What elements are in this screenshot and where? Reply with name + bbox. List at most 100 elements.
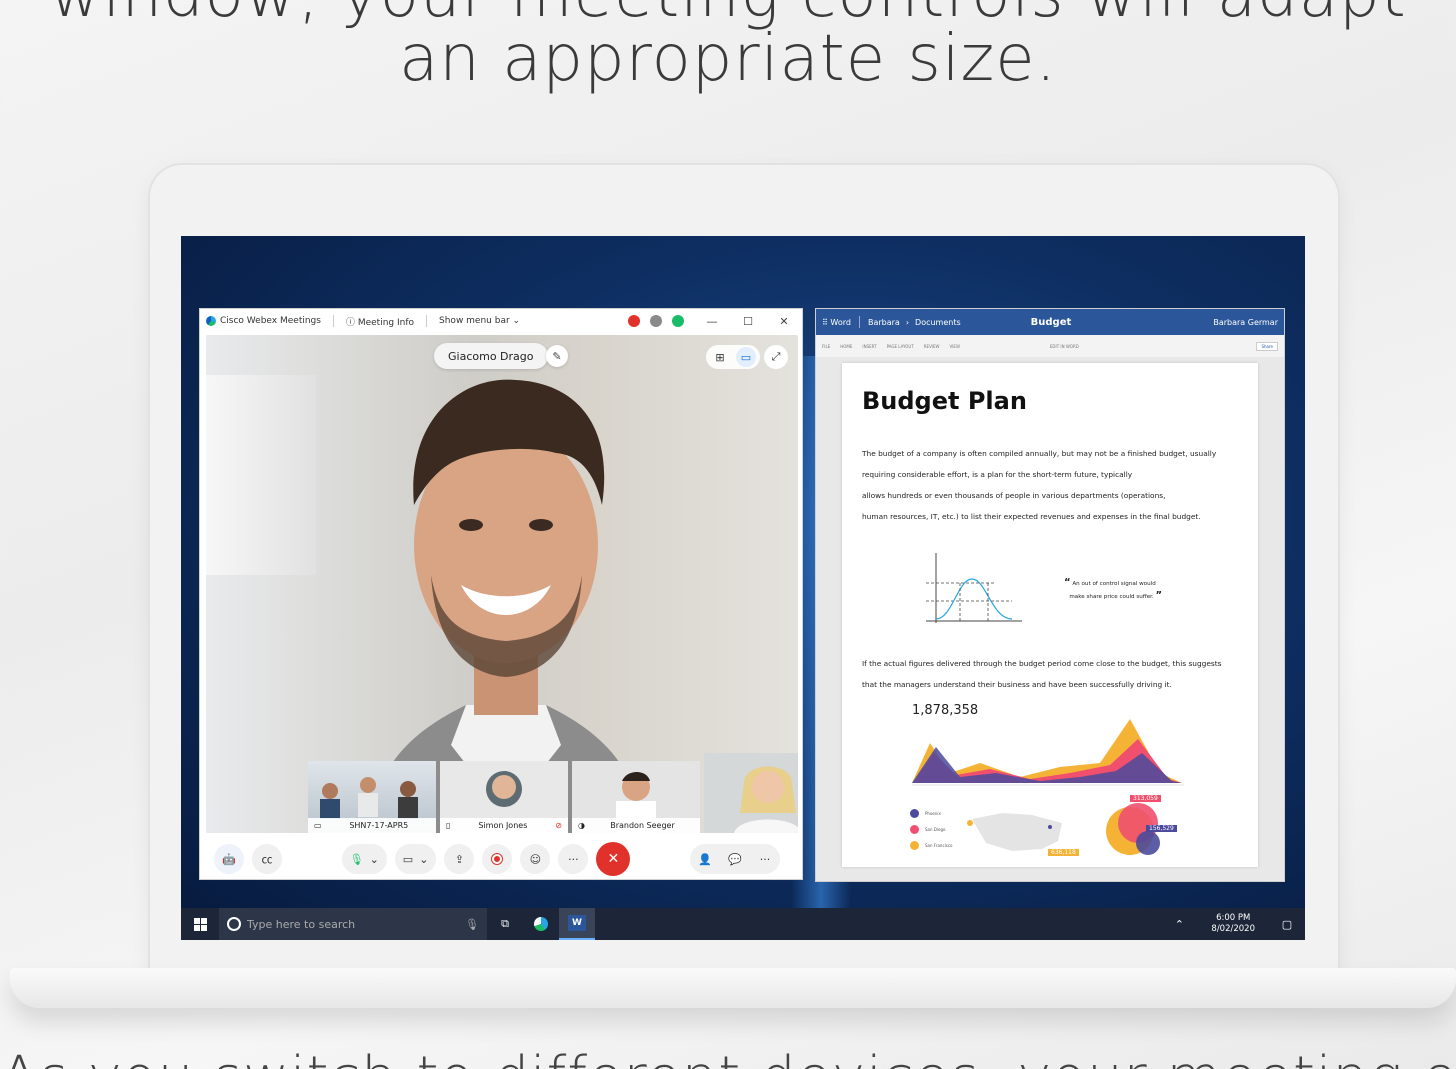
secure-shield-icon[interactable] — [672, 315, 684, 327]
tab-insert[interactable]: INSERT — [862, 344, 876, 349]
value-tag: 313,059 — [1130, 795, 1161, 802]
pin-icon[interactable]: ✎ — [546, 345, 568, 367]
more-options-icon[interactable]: ··· — [558, 844, 589, 874]
smiley-icon[interactable]: ☺ — [520, 844, 551, 874]
grid-layout-icon[interactable]: ⊞ — [710, 347, 730, 367]
area-chart — [912, 719, 1184, 786]
chevron-up-icon[interactable]: ⌃ — [1161, 908, 1197, 940]
participant-filmstrip: ▭ SHN7-17-APR5 ▯ Simon Jones ⊘ ◑ Brandon See… — [308, 753, 798, 833]
paragraph-line: If the actual figures delivered through … — [862, 659, 1222, 668]
tab-page-layout[interactable]: PAGE LAYOUT — [887, 344, 914, 349]
paragraph-line: requiring considerable effort, is a plan… — [862, 470, 1133, 479]
video-button[interactable]: ▭ ⌄ — [394, 844, 437, 874]
title-separator — [332, 315, 334, 327]
task-view-icon[interactable]: ⧉ — [487, 908, 523, 940]
meeting-info-label: Meeting Info — [357, 317, 415, 328]
participant-name: Simon Jones — [478, 821, 528, 830]
document-heading: Budget Plan — [862, 387, 1027, 415]
webex-app-title: Cisco Webex Meetings — [220, 316, 321, 326]
clock-date: 8/02/2020 — [1211, 924, 1255, 934]
webex-logo-icon — [206, 316, 216, 326]
closed-captions-icon[interactable]: ㏄ — [252, 844, 282, 874]
clock-time: 6:00 PM — [1216, 913, 1251, 923]
close-icon[interactable]: ✕ — [766, 315, 802, 328]
participant-tile[interactable]: ▯ Simon Jones ⊘ — [440, 761, 568, 833]
panel-controls: 👤 💬 ··· — [690, 844, 780, 874]
word-titlebar: ⠿ Word Barbara › Documents Budget Barbar… — [816, 309, 1284, 335]
notifications-icon[interactable]: ▢ — [1269, 908, 1305, 940]
recording-status-icon[interactable] — [628, 315, 640, 327]
document-page: Budget Plan The budget of a company is o… — [842, 363, 1258, 867]
link-status-icon[interactable] — [650, 315, 662, 327]
paragraph-line: human resources, IT, etc.) to list their… — [862, 512, 1201, 521]
tab-view[interactable]: VIEW — [950, 344, 960, 349]
bubble-map — [967, 803, 1160, 855]
active-speaker-name: Giacomo Drago — [434, 343, 548, 369]
system-clock[interactable]: 6:00 PM 8/02/2020 — [1211, 913, 1255, 935]
title-separator — [426, 315, 428, 327]
tab-review[interactable]: REVIEW — [924, 344, 940, 349]
edit-in-word-button[interactable]: EDIT IN WORD — [1050, 344, 1079, 349]
microphone-icon: 🎙 — [349, 852, 364, 866]
legend-swatch — [910, 825, 919, 834]
legend-swatch — [910, 841, 919, 850]
mute-button[interactable]: 🎙 ⌄ — [341, 844, 387, 874]
assistant-icon[interactable]: 🤖 — [214, 844, 244, 874]
participant-tile-self[interactable] — [704, 753, 798, 833]
legend-label: Phoenix — [925, 811, 941, 816]
chevron-down-icon: ⌄ — [419, 852, 429, 866]
share-icon[interactable]: ⇪ — [444, 844, 475, 874]
participant-name: SHN7-17-APR5 — [349, 821, 409, 830]
phone-icon: ▯ — [446, 821, 451, 830]
participants-icon[interactable]: 👤 — [690, 844, 720, 874]
participant-tile[interactable]: ◑ Brandon Seeger — [572, 761, 700, 833]
cortana-icon — [227, 917, 241, 931]
show-menu-bar-label: Show menu bar — [439, 316, 510, 326]
signal-graph — [926, 553, 1022, 623]
meeting-info-button[interactable]: ⓘ Meeting Info — [346, 315, 414, 328]
quote-line: make share price could suffer. — [1069, 594, 1154, 600]
stage-layout-icon[interactable]: ▭ — [736, 347, 756, 367]
chat-icon[interactable]: 💬 — [720, 844, 750, 874]
breadcrumb-user[interactable]: Barbara — [868, 318, 900, 327]
webex-taskbar-icon[interactable] — [523, 908, 559, 940]
layout-switcher: ⊞ ▭ — [706, 345, 760, 369]
end-call-button[interactable]: ✕ — [596, 842, 631, 876]
microphone-icon[interactable]: 🎙 — [465, 918, 479, 931]
search-placeholder: Type here to search — [247, 917, 356, 931]
tab-file[interactable]: FILE — [822, 344, 830, 349]
show-menu-bar-button[interactable]: Show menu bar ⌄ — [439, 316, 520, 326]
breadcrumb-documents[interactable]: Documents — [915, 318, 961, 327]
minimize-icon[interactable]: — — [694, 315, 730, 328]
app-launcher-icon[interactable]: ⠿ — [822, 318, 828, 327]
self-video — [734, 766, 798, 833]
laptop-base — [10, 968, 1456, 1008]
start-button[interactable] — [181, 917, 219, 931]
taskbar-search-box[interactable]: Type here to search 🎙 — [219, 908, 487, 940]
share-button[interactable]: Share — [1256, 341, 1278, 351]
meeting-controls: 🤖 ㏄ 🎙 ⌄ ▭ ⌄ ⇪ ☺ ··· ✕ 👤 💬 ··· — [200, 837, 802, 881]
quote-line: An out of control signal would — [1072, 581, 1156, 587]
value-tag: 636,118 — [1048, 849, 1079, 856]
paragraph-line: allows hundreds or even thousands of peo… — [862, 491, 1166, 500]
participant-tile[interactable]: ▭ SHN7-17-APR5 — [308, 761, 436, 833]
windows-logo-icon — [193, 917, 207, 931]
fullscreen-icon[interactable]: ⤢ — [764, 345, 788, 369]
chart-legend: Phoenix San Diego San Francisco — [910, 809, 952, 857]
legend-label: San Francisco — [925, 843, 953, 848]
active-speaker-video: Giacomo Drago ✎ ⊞ ▭ ⤢ ▭ SHN7-17-APR5 ▯ S… — [206, 335, 798, 833]
background-window — [206, 375, 316, 575]
legend-swatch — [910, 809, 919, 818]
room-icon: ▭ — [314, 821, 322, 830]
word-taskbar-icon[interactable]: W — [559, 908, 595, 940]
tab-home[interactable]: HOME — [840, 344, 852, 349]
record-button[interactable] — [482, 844, 513, 874]
headset-icon: ◑ — [578, 821, 585, 830]
more-panels-icon[interactable]: ··· — [750, 844, 780, 874]
windows-taskbar: Type here to search 🎙 ⧉ W ⌃ 6:00 PM 8/02… — [181, 908, 1305, 940]
paragraph-line: The budget of a company is often compile… — [862, 449, 1217, 458]
user-name[interactable]: Barbara Germar — [1213, 318, 1278, 327]
video-camera-icon: ▭ — [402, 852, 414, 866]
word-ribbon: FILE HOME INSERT PAGE LAYOUT REVIEW VIEW… — [816, 335, 1284, 357]
maximize-icon[interactable]: ☐ — [730, 315, 766, 328]
